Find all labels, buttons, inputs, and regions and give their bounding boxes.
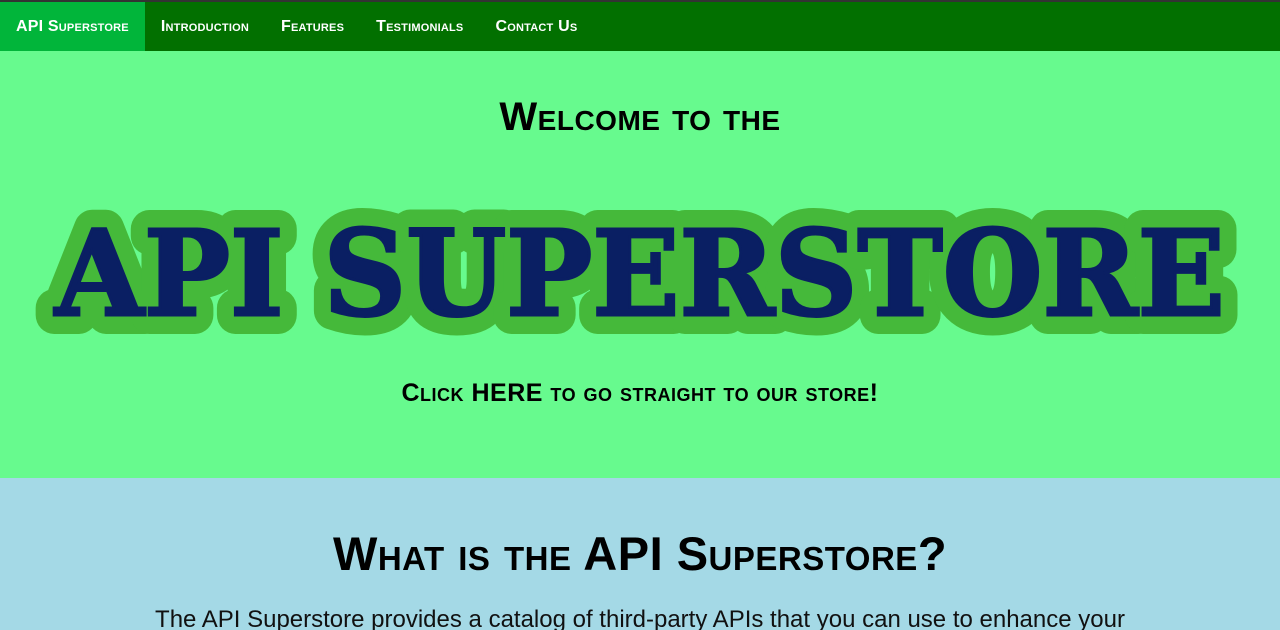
hero-section: Welcome to the API SUPERSTORE API SUPERS… (0, 51, 1280, 478)
cta-prefix: Click (401, 379, 472, 407)
nav-features-link[interactable]: Features (265, 2, 360, 51)
nav-testimonials-link[interactable]: Testimonials (360, 2, 479, 51)
nav-brand-link[interactable]: API Superstore (0, 2, 145, 51)
introduction-section: What is the API Superstore? The API Supe… (0, 478, 1280, 630)
cta-suffix: to go straight to our store! (542, 379, 879, 407)
hero-cta-text: Click HERE to go straight to our store! (0, 379, 1280, 408)
top-navbar: API Superstore Introduction Features Tes… (0, 2, 1280, 51)
hero-title-svg: API SUPERSTORE API SUPERSTORE (35, 194, 1244, 339)
store-here-link[interactable]: HERE (472, 379, 543, 407)
hero-title-text: API SUPERSTORE (54, 204, 1225, 339)
intro-paragraph: The API Superstore provides a catalog of… (155, 606, 1125, 630)
nav-contact-link[interactable]: Contact Us (479, 2, 593, 51)
hero-title-logo: API SUPERSTORE API SUPERSTORE (0, 194, 1280, 339)
nav-introduction-link[interactable]: Introduction (145, 2, 265, 51)
intro-heading: What is the API Superstore? (332, 527, 948, 580)
hero-welcome-text: Welcome to the (499, 95, 781, 139)
